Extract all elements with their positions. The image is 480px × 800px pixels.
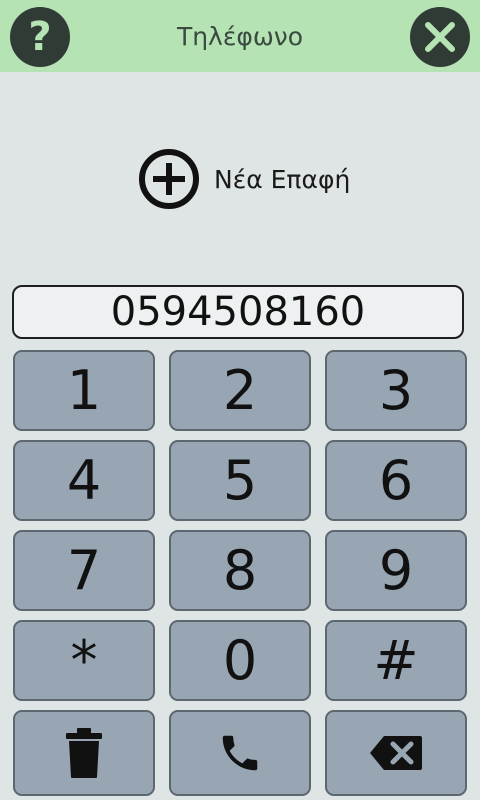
key-0[interactable]: 0	[169, 620, 311, 701]
backspace-button[interactable]	[325, 710, 467, 796]
key-8[interactable]: 8	[169, 530, 311, 611]
phone-icon	[222, 735, 258, 771]
delete-all-button[interactable]	[13, 710, 155, 796]
close-button[interactable]	[410, 7, 470, 67]
new-contact-label: Νέα Επαφή	[214, 164, 351, 194]
plus-circle-icon	[139, 149, 199, 209]
backspace-icon	[370, 736, 422, 770]
key-5[interactable]: 5	[169, 440, 311, 521]
key-4[interactable]: 4	[13, 440, 155, 521]
key-2[interactable]: 2	[169, 350, 311, 431]
key-hash[interactable]: #	[325, 620, 467, 701]
top-bar: Τηλέφωνο ?	[0, 0, 480, 72]
key-6[interactable]: 6	[325, 440, 467, 521]
key-1[interactable]: 1	[13, 350, 155, 431]
call-button[interactable]	[169, 710, 311, 796]
close-icon	[425, 22, 455, 52]
phone-number-field[interactable]: 0594508160	[12, 285, 464, 339]
key-9[interactable]: 9	[325, 530, 467, 611]
trash-icon	[66, 728, 102, 778]
key-7[interactable]: 7	[13, 530, 155, 611]
question-mark-icon: ?	[28, 14, 52, 60]
page-title: Τηλέφωνο	[176, 21, 304, 51]
help-button[interactable]: ?	[10, 7, 70, 67]
new-contact-button[interactable]: Νέα Επαφή	[138, 148, 350, 210]
key-3[interactable]: 3	[325, 350, 467, 431]
key-star[interactable]: *	[13, 620, 155, 701]
